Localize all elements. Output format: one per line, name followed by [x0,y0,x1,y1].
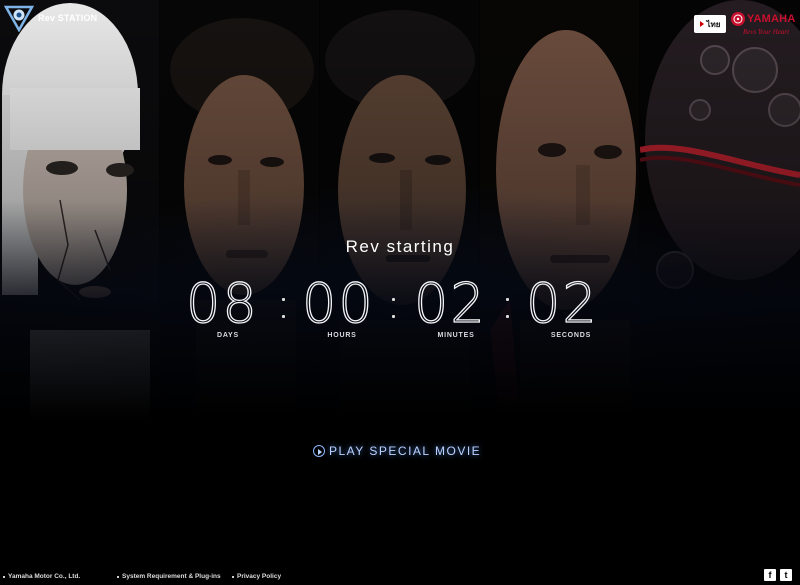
countdown-days-label: DAYS [216,332,239,339]
language-switch-button[interactable]: ไทย [694,15,726,33]
play-special-movie-button[interactable]: PLAY SPECIAL MOVIE [313,443,481,459]
facebook-icon[interactable]: f [764,569,776,581]
countdown-separator [506,298,510,332]
countdown-hours-value: 00 [301,272,375,335]
footer-copyright-text: Yamaha Motor Co., Ltd. [8,573,81,580]
countdown-separator [282,298,286,332]
countdown-heading: Rev starting [345,237,455,256]
play-circle-icon [313,445,325,457]
site-logo[interactable]: Rev STATION [4,4,97,32]
tuning-fork-emblem-icon [731,12,745,26]
twitter-icon[interactable]: t [780,569,792,581]
countdown-timer: 08 00 02 02 [185,272,610,335]
rev-station-emblem-icon [4,5,34,32]
countdown-days-value: 08 [185,272,259,335]
site-name: Rev STATION [38,13,98,23]
bullet-icon [232,575,234,578]
countdown-minutes-value: 02 [413,272,487,335]
page-stage: Rev STATION ไทย YAMAHA Revs Your Heart R… [0,0,800,585]
footer-link-label: Privacy Policy [237,573,282,580]
footer-link-system-requirement[interactable]: System Requirement & Plug-ins [117,573,221,580]
footer-link-privacy-policy[interactable]: Privacy Policy [232,573,281,580]
countdown-hours-label: HOURS [327,332,357,339]
bullet-icon [3,575,5,578]
footer-link-label: System Requirement & Plug-ins [122,573,221,580]
footer: Yamaha Motor Co., Ltd. System Requiremen… [0,568,800,585]
language-label: ไทย [706,19,721,29]
countdown-seconds-value: 02 [525,272,599,335]
play-button-label: PLAY SPECIAL MOVIE [329,444,482,458]
countdown-separator [392,298,396,332]
footer-copyright: Yamaha Motor Co., Ltd. [3,573,80,580]
countdown-seconds-label: SECONDS [550,332,592,339]
brand-name: YAMAHA [747,13,796,25]
play-arrow-icon [699,21,704,27]
bullet-icon [117,575,119,578]
brand-tagline: Revs Your Heart [743,28,790,36]
yamaha-brand-logo[interactable]: YAMAHA Revs Your Heart [731,12,797,40]
countdown-minutes-label: MINUTES [437,332,475,339]
